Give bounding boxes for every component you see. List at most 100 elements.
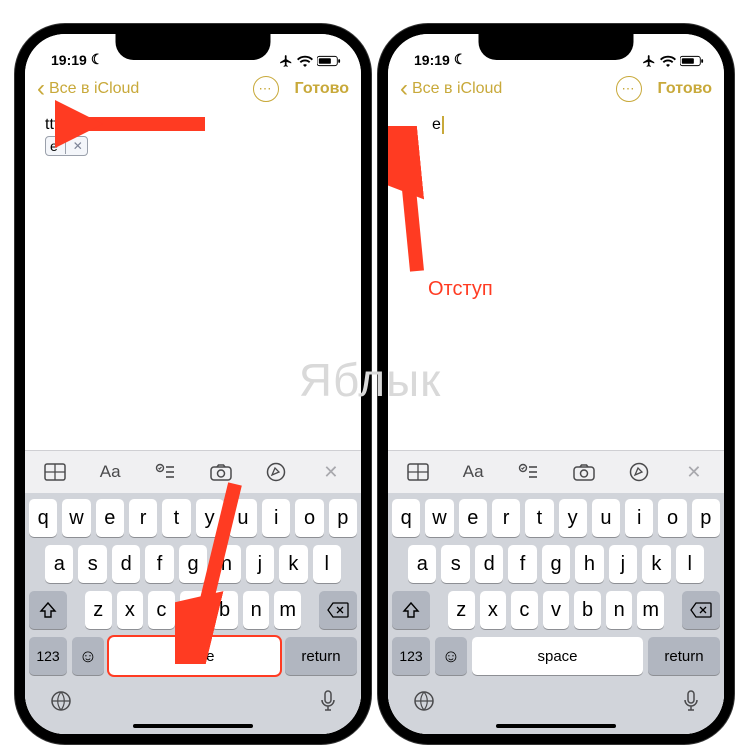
key-f[interactable]: f: [145, 545, 173, 583]
note-editor[interactable]: ttt e ✕: [25, 108, 361, 450]
key-o[interactable]: o: [658, 499, 686, 537]
numbers-key[interactable]: 123: [392, 637, 430, 675]
return-key[interactable]: return: [285, 637, 357, 675]
key-t[interactable]: t: [162, 499, 190, 537]
emoji-key[interactable]: ☺: [72, 637, 104, 675]
backspace-key[interactable]: [319, 591, 357, 629]
close-suggestion-icon[interactable]: ✕: [73, 139, 83, 153]
key-s[interactable]: s: [78, 545, 106, 583]
key-i[interactable]: i: [625, 499, 653, 537]
key-q[interactable]: q: [29, 499, 57, 537]
key-g[interactable]: g: [542, 545, 570, 583]
airplane-mode-icon: [279, 54, 293, 68]
key-l[interactable]: l: [676, 545, 704, 583]
key-r[interactable]: r: [492, 499, 520, 537]
key-c[interactable]: c: [511, 591, 538, 629]
key-d[interactable]: d: [112, 545, 140, 583]
key-v[interactable]: v: [180, 591, 207, 629]
key-e[interactable]: e: [96, 499, 124, 537]
close-toolbar-icon[interactable]: ✕: [311, 456, 351, 488]
key-o[interactable]: o: [295, 499, 323, 537]
return-key[interactable]: return: [648, 637, 720, 675]
back-chevron-icon[interactable]: ‹: [400, 77, 408, 101]
globe-icon[interactable]: [49, 689, 73, 719]
key-b[interactable]: b: [574, 591, 601, 629]
space-key[interactable]: space: [472, 637, 643, 675]
key-z[interactable]: z: [85, 591, 112, 629]
key-r[interactable]: r: [129, 499, 157, 537]
more-button[interactable]: ⋯: [253, 76, 279, 102]
numbers-key[interactable]: 123: [29, 637, 67, 675]
camera-icon[interactable]: [564, 456, 604, 488]
keyboard: q w e r t y u i o p a s d f g h j k l: [25, 493, 361, 687]
emoji-key[interactable]: ☺: [435, 637, 467, 675]
key-row-3: z x c v b n m: [392, 591, 720, 629]
globe-icon[interactable]: [412, 689, 436, 719]
key-j[interactable]: j: [609, 545, 637, 583]
key-m[interactable]: m: [274, 591, 301, 629]
key-h[interactable]: h: [575, 545, 603, 583]
key-d[interactable]: d: [475, 545, 503, 583]
replacement-suggestion[interactable]: e ✕: [45, 136, 88, 156]
more-button[interactable]: ⋯: [616, 76, 642, 102]
markup-icon[interactable]: [256, 456, 296, 488]
key-w[interactable]: w: [425, 499, 453, 537]
camera-icon[interactable]: [201, 456, 241, 488]
shift-key[interactable]: [29, 591, 67, 629]
text-format-icon[interactable]: Aa: [90, 456, 130, 488]
key-z[interactable]: z: [448, 591, 475, 629]
space-key[interactable]: space: [109, 637, 280, 675]
key-x[interactable]: x: [117, 591, 144, 629]
key-f[interactable]: f: [508, 545, 536, 583]
key-g[interactable]: g: [179, 545, 207, 583]
key-n[interactable]: n: [606, 591, 633, 629]
back-button[interactable]: Все в iCloud: [49, 80, 139, 98]
checklist-icon[interactable]: [508, 456, 548, 488]
key-k[interactable]: k: [642, 545, 670, 583]
text-format-icon[interactable]: Aa: [453, 456, 493, 488]
done-button[interactable]: Готово: [658, 80, 712, 98]
backspace-key[interactable]: [682, 591, 720, 629]
done-button[interactable]: Готово: [295, 80, 349, 98]
text-cursor: [442, 116, 444, 134]
key-l[interactable]: l: [313, 545, 341, 583]
markup-icon[interactable]: [619, 456, 659, 488]
shift-key[interactable]: [392, 591, 430, 629]
nav-bar: ‹ Все в iCloud ⋯ Готово: [25, 70, 361, 108]
key-i[interactable]: i: [262, 499, 290, 537]
annotation-label: Отступ: [428, 278, 493, 301]
key-n[interactable]: n: [243, 591, 270, 629]
key-y[interactable]: y: [196, 499, 224, 537]
key-e[interactable]: e: [459, 499, 487, 537]
home-indicator[interactable]: [133, 724, 253, 728]
key-v[interactable]: v: [543, 591, 570, 629]
key-w[interactable]: w: [62, 499, 90, 537]
key-h[interactable]: h: [212, 545, 240, 583]
key-t[interactable]: t: [525, 499, 553, 537]
key-u[interactable]: u: [592, 499, 620, 537]
key-y[interactable]: y: [559, 499, 587, 537]
note-editor[interactable]: e Отступ: [388, 108, 724, 450]
key-m[interactable]: m: [637, 591, 664, 629]
key-u[interactable]: u: [229, 499, 257, 537]
table-icon[interactable]: [35, 456, 75, 488]
key-s[interactable]: s: [441, 545, 469, 583]
table-icon[interactable]: [398, 456, 438, 488]
back-chevron-icon[interactable]: ‹: [37, 77, 45, 101]
key-p[interactable]: p: [692, 499, 720, 537]
key-a[interactable]: a: [45, 545, 73, 583]
dictation-icon[interactable]: [682, 689, 700, 719]
close-toolbar-icon[interactable]: ✕: [674, 456, 714, 488]
dictation-icon[interactable]: [319, 689, 337, 719]
checklist-icon[interactable]: [145, 456, 185, 488]
back-button[interactable]: Все в iCloud: [412, 80, 502, 98]
key-j[interactable]: j: [246, 545, 274, 583]
home-indicator[interactable]: [496, 724, 616, 728]
key-b[interactable]: b: [211, 591, 238, 629]
key-a[interactable]: a: [408, 545, 436, 583]
key-p[interactable]: p: [329, 499, 357, 537]
key-c[interactable]: c: [148, 591, 175, 629]
key-q[interactable]: q: [392, 499, 420, 537]
key-k[interactable]: k: [279, 545, 307, 583]
key-x[interactable]: x: [480, 591, 507, 629]
